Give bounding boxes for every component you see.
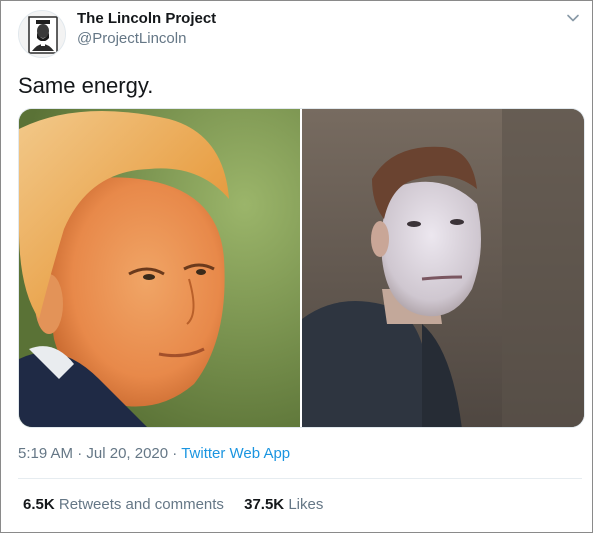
divider	[18, 478, 582, 479]
meta-separator: ·	[172, 445, 178, 462]
meta-separator: ·	[77, 445, 83, 462]
media-photo-left[interactable]	[19, 109, 300, 427]
tweet-time[interactable]: 5:19 AM	[18, 445, 73, 462]
tweet-source-link[interactable]: Twitter Web App	[181, 445, 290, 462]
tweet-text: Same energy.	[18, 73, 154, 98]
tweet-meta: 5:19 AM · Jul 20, 2020 · Twitter Web App	[18, 445, 290, 462]
likes-label: Likes	[288, 496, 324, 513]
author-avatar[interactable]	[18, 10, 66, 58]
photo-left-image	[19, 109, 300, 427]
media-photo-right[interactable]	[302, 109, 584, 427]
retweets-label: Retweets and comments	[58, 496, 224, 513]
retweets-count: 6.5K	[23, 496, 55, 513]
tweet-stats: 6.5K Retweets and comments 37.5K Likes	[23, 496, 323, 513]
likes-stat[interactable]: 37.5K Likes	[244, 496, 323, 513]
chevron-down-icon[interactable]	[564, 9, 582, 27]
tweet-date[interactable]: Jul 20, 2020	[86, 445, 168, 462]
photo-right-image	[302, 109, 584, 427]
retweets-stat[interactable]: 6.5K Retweets and comments	[23, 496, 224, 513]
likes-count: 37.5K	[244, 496, 285, 513]
tweet-card: The Lincoln Project @ProjectLincoln Same…	[0, 0, 593, 533]
author-name[interactable]: The Lincoln Project	[77, 10, 216, 27]
author-handle[interactable]: @ProjectLincoln	[77, 30, 186, 47]
tweet-media	[18, 108, 585, 428]
lincoln-portrait-icon	[19, 11, 65, 57]
